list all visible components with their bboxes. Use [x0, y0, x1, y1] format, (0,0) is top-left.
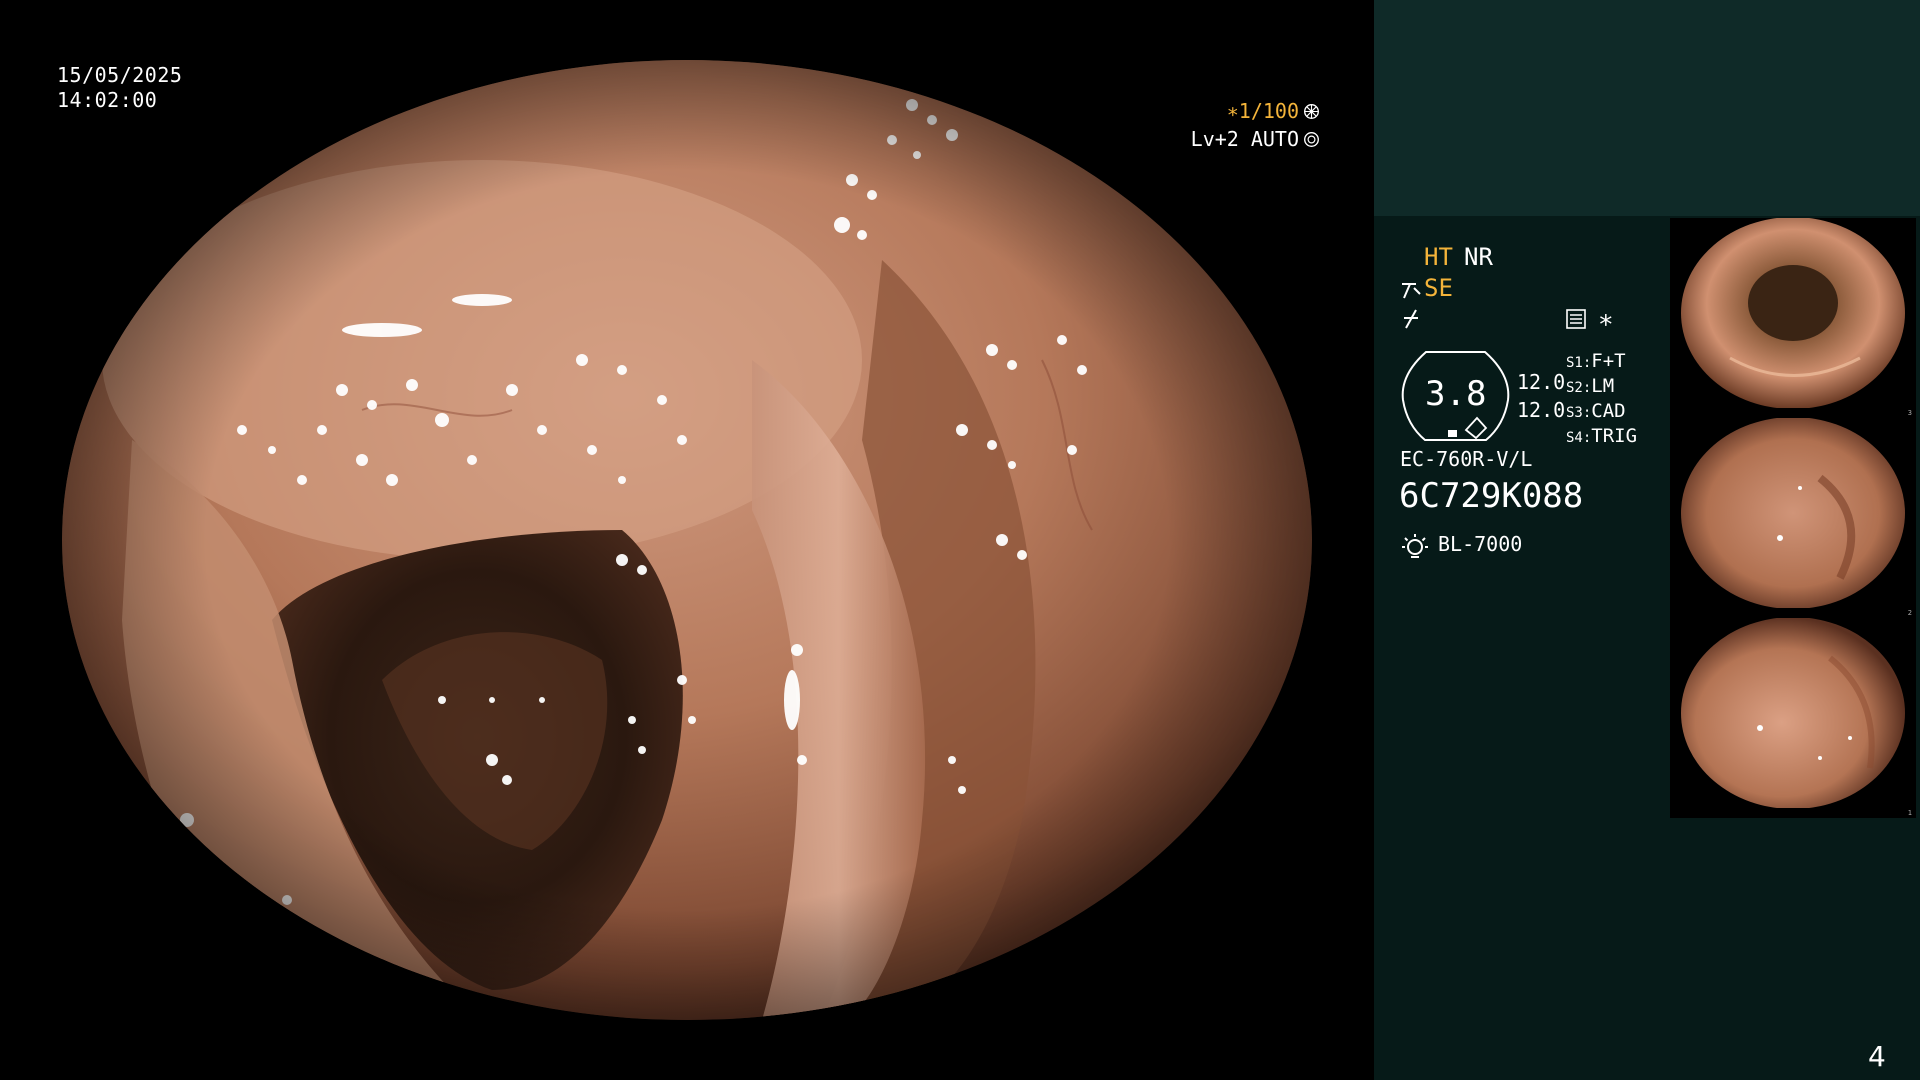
switch-row: S1:F+T	[1566, 350, 1626, 372]
switch-key: S4	[1566, 430, 1583, 446]
iris-icon	[1304, 131, 1319, 147]
aperture-icon	[1304, 103, 1319, 119]
thumbnail-image	[1681, 218, 1905, 408]
thumbnail-number: 2	[1670, 608, 1916, 618]
thumbnail-image	[1681, 418, 1905, 608]
asterisk-indicator: ∗	[1598, 305, 1614, 335]
endoscopy-screen: 15/05/2025 14:02:00 ∗1/100 Lv+2 AUTO HT …	[0, 0, 1920, 1080]
shutter-speed: ∗1/100	[1226, 99, 1299, 123]
page-number: 4	[1868, 1040, 1886, 1073]
switch-value: CAD	[1591, 400, 1626, 422]
switch-key: S3	[1566, 405, 1583, 421]
zoom-max-bottom: 12.0	[1517, 398, 1566, 422]
memory-card-icon	[1566, 309, 1586, 329]
zoom-max-top: 12.0	[1517, 370, 1566, 394]
capture-thumbnail[interactable]	[1670, 218, 1916, 408]
switch-assignments: S1:F+T S2:LM S3:CAD S4:TRIG	[1566, 350, 1637, 450]
iris-mode: AUTO	[1250, 127, 1299, 151]
se-indicator: SE	[1424, 274, 1453, 302]
light-bulb-icon	[1402, 534, 1428, 558]
nr-indicator: NR	[1464, 243, 1493, 271]
exposure-status: ∗1/100 Lv+2 AUTO	[1150, 98, 1320, 158]
endoscope-live-image	[62, 60, 1312, 1020]
level-status: Lv+2 AUTO	[1191, 126, 1320, 152]
switch-value: TRIG	[1591, 425, 1638, 447]
colon-mucosa-image	[62, 60, 1312, 1020]
scope-serial: 6C729K088	[1399, 476, 1584, 516]
switch-value: LM	[1591, 375, 1615, 397]
switch-value: F+T	[1591, 350, 1626, 372]
brightness-level: Lv+2	[1190, 127, 1239, 151]
light-source: BL-7000	[1438, 532, 1523, 556]
thumbnail-number: 3	[1670, 408, 1916, 418]
color-enhance-icon	[1404, 309, 1418, 329]
shutter-status: ∗1/100	[1227, 98, 1320, 124]
ht-indicator: HT	[1424, 243, 1453, 271]
switch-key: S2	[1566, 380, 1583, 396]
capture-thumbnail[interactable]	[1670, 418, 1916, 608]
zoom-value: 3.8	[1425, 374, 1487, 414]
thumbnail-image	[1681, 618, 1905, 808]
switch-key: S1	[1566, 355, 1583, 371]
thumbnail-number: 1	[1670, 808, 1916, 818]
time-label: 14:02:00	[57, 88, 158, 112]
panel-header-area	[1374, 0, 1920, 216]
switch-row: S3:CAD	[1566, 400, 1626, 422]
switch-row: S2:LM	[1566, 375, 1615, 397]
date-label: 15/05/2025	[57, 63, 183, 87]
switch-row: S4:TRIG	[1566, 425, 1638, 447]
structure-enhance-icon	[1402, 283, 1421, 299]
scope-model: EC-760R-V/L	[1400, 447, 1533, 471]
capture-thumbnail[interactable]	[1670, 618, 1916, 808]
